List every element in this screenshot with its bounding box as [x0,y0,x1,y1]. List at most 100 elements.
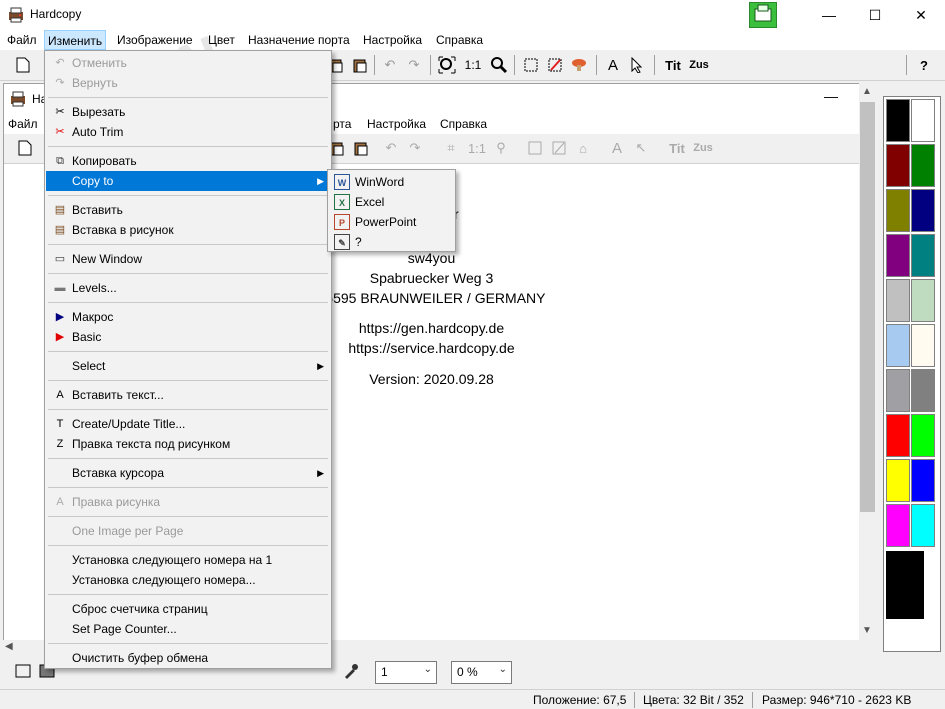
palette-color-swatch[interactable] [911,144,935,187]
undo-icon[interactable]: ↶ [379,54,401,76]
menu-help[interactable]: Справка [433,30,486,50]
child-title-button[interactable]: Tit [664,137,690,159]
crop-icon[interactable] [544,54,566,76]
edit-menu-item[interactable]: ▶ Макрос [46,307,330,327]
edit-menu-item[interactable]: ▭ New Window [46,249,330,269]
select-rect-icon[interactable] [520,54,542,76]
transparency-select[interactable]: 0 % ⌄ [451,661,512,684]
edit-menu-item[interactable]: ↷ Вернуть [46,73,330,93]
edit-menu-item[interactable]: ▬ Levels... [46,278,330,298]
palette-color-swatch[interactable] [911,369,935,412]
edit-menu-item[interactable]: Select ▶ [46,356,330,376]
palette-color-swatch[interactable] [911,414,935,457]
new-document-icon[interactable] [12,54,34,76]
title-tool-button[interactable]: Tit [660,54,686,76]
edit-menu-item[interactable]: ✂ Auto Trim [46,122,330,142]
child-menu-file[interactable]: Файл [8,117,38,131]
child-pointer-icon[interactable]: ↖ [630,137,652,159]
palette-color-swatch[interactable] [886,144,910,187]
zoom-icon[interactable] [488,54,510,76]
palette-color-swatch[interactable] [886,504,910,547]
redo-icon[interactable]: ↷ [403,54,425,76]
paste-into-image-icon[interactable] [349,54,371,76]
palette-color-swatch[interactable] [911,504,935,547]
scroll-up-icon[interactable]: ▲ [862,86,872,97]
palette-color-swatch[interactable] [886,234,910,277]
edit-menu-item[interactable]: ▤ Вставка в рисунок [46,220,330,240]
maximize-button[interactable]: ☐ [852,0,898,30]
edit-menu-item[interactable]: ⧉ Копировать [46,151,330,171]
child-select-icon[interactable] [524,137,546,159]
text-tool-icon[interactable]: A [602,54,624,76]
child-redo-icon[interactable]: ↷ [404,137,426,159]
child-mushroom-icon[interactable]: ⌂ [572,137,594,159]
child-menu-settings[interactable]: Настройка [367,117,426,131]
palette-color-swatch[interactable] [886,99,910,142]
edit-menu-item[interactable]: A Правка рисунка [46,492,330,512]
child-text-icon[interactable]: A [606,137,628,159]
print-tray-icon[interactable] [749,2,777,28]
zoom-1-1-button[interactable]: 1:1 [460,54,486,76]
child-minimize-button[interactable]: — [824,88,838,104]
close-button[interactable]: ✕ [898,0,944,30]
child-zoom-1-1[interactable]: 1:1 [464,137,490,159]
menu-settings[interactable]: Настройка [360,30,425,50]
help-button[interactable]: ? [913,54,935,76]
edit-menu-item[interactable]: ↶ Отменить [46,53,330,73]
caption-tool-button[interactable]: Zus [686,54,712,76]
edit-menu-item[interactable]: A Вставить текст... [46,385,330,405]
edit-menu-item[interactable]: Copy to ▶ [46,171,330,191]
copy-to-item[interactable]: P PowerPoint [329,212,454,232]
color-picker-icon[interactable] [340,660,362,682]
child-new-icon[interactable] [14,137,36,159]
edit-menu-item[interactable]: Set Page Counter... [46,619,330,639]
palette-color-swatch[interactable] [911,189,935,232]
edit-menu-item[interactable]: ✂ Вырезать [46,102,330,122]
edit-menu-item[interactable]: Очистить буфер обмена [46,648,330,668]
palette-color-swatch[interactable] [911,99,935,142]
edit-menu-item[interactable]: T Create/Update Title... [46,414,330,434]
child-caption-button[interactable]: Zus [690,137,716,159]
palette-color-swatch[interactable] [886,414,910,457]
palette-color-swatch[interactable] [886,324,910,367]
minimize-button[interactable]: — [806,0,852,30]
mushroom-icon[interactable] [568,54,590,76]
scroll-down-icon[interactable]: ▼ [862,625,872,636]
palette-color-swatch[interactable] [911,324,935,367]
child-paste-image-icon[interactable] [350,137,372,159]
vertical-scroll-thumb[interactable] [860,102,875,512]
edit-menu-item[interactable]: One Image per Page [46,521,330,541]
edit-menu-item[interactable]: Установка следующего номера... [46,570,330,590]
copy-to-item[interactable]: X Excel [329,192,454,212]
palette-color-swatch[interactable] [886,279,910,322]
palette-color-swatch[interactable] [911,459,935,502]
child-menu-port-partial[interactable]: рта [333,117,351,131]
hardcopy-app-icon[interactable] [8,7,24,23]
current-color-swatch[interactable] [886,551,924,619]
fit-zoom-icon[interactable] [436,54,458,76]
copy-to-item[interactable]: W WinWord [329,172,454,192]
child-zoom-icon[interactable]: ⚲ [490,137,512,159]
edit-menu-item[interactable]: ▶ Basic [46,327,330,347]
edit-menu-item[interactable]: Вставка курсора ▶ [46,463,330,483]
rectangle-tool-icon[interactable] [12,660,34,682]
child-fit-icon[interactable]: ⌗ [440,137,462,159]
palette-color-swatch[interactable] [911,234,935,277]
line-width-select[interactable]: 1 ⌄ [375,661,437,684]
pointer-icon[interactable] [626,54,648,76]
child-crop-icon[interactable] [548,137,570,159]
menu-port[interactable]: Назначение порта [245,30,353,50]
child-menu-help[interactable]: Справка [440,117,487,131]
edit-menu-item[interactable]: Установка следующего номера на 1 [46,550,330,570]
menu-file[interactable]: Файл [4,30,40,50]
edit-menu-item[interactable]: Сброс счетчика страниц [46,599,330,619]
palette-color-swatch[interactable] [886,369,910,412]
palette-color-swatch[interactable] [911,279,935,322]
palette-color-swatch[interactable] [886,189,910,232]
palette-color-swatch[interactable] [886,459,910,502]
child-undo-icon[interactable]: ↶ [380,137,402,159]
edit-menu-item[interactable]: Z Правка текста под рисунком [46,434,330,454]
menu-edit[interactable]: Изменить [44,30,107,50]
edit-menu-item[interactable]: ▤ Вставить [46,200,330,220]
scroll-left-icon[interactable]: ◀ [5,641,13,652]
